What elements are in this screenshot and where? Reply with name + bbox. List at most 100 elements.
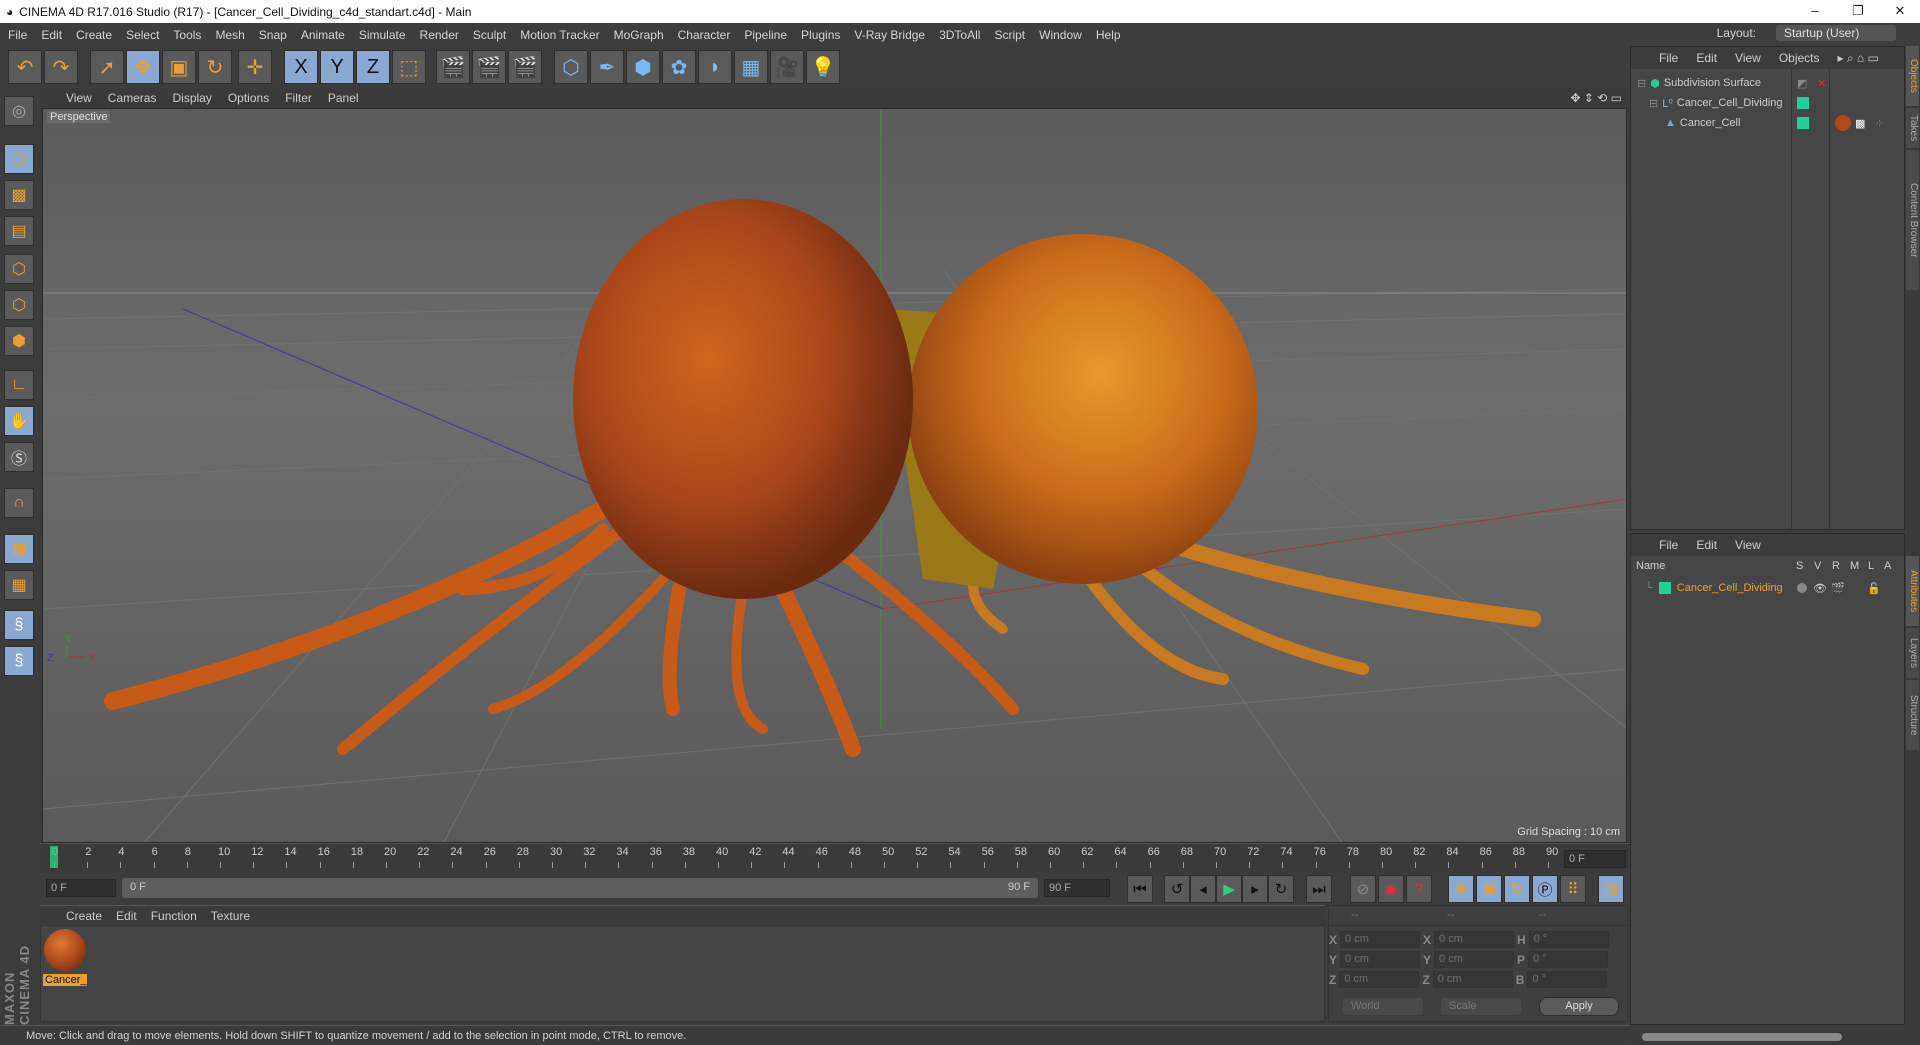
range-end-field[interactable]: 90 F [1044, 879, 1110, 897]
viewport-menu-panel[interactable]: Panel [328, 91, 359, 105]
menu-3dtoall[interactable]: 3DToAll [939, 28, 980, 42]
column-name[interactable]: Name [1636, 560, 1665, 572]
column-manager[interactable]: M [1850, 560, 1859, 572]
floor-icon[interactable]: ▦ [734, 50, 768, 84]
texture-mode-icon[interactable]: ▩ [4, 180, 34, 210]
range-slider[interactable]: 0 F 90 F [122, 878, 1038, 898]
column-render[interactable]: R [1832, 560, 1840, 572]
previous-key-icon[interactable]: ↺ [1164, 875, 1190, 903]
scrollbar-thumb[interactable] [1642, 1033, 1842, 1041]
undo-icon[interactable]: ↶ [8, 50, 42, 84]
camera-icon[interactable]: 🎥 [770, 50, 804, 84]
position-x-field[interactable]: 0 cm [1340, 931, 1421, 948]
visible-eye-icon[interactable]: 👁 [1813, 582, 1827, 595]
rotation-h-field[interactable]: 0 ° [1528, 931, 1609, 948]
menu-window[interactable]: Window [1039, 28, 1082, 42]
menu-mograph[interactable]: MoGraph [614, 28, 664, 42]
layer-color-icon[interactable] [1658, 582, 1671, 594]
world-coords-icon[interactable]: ⬚ [392, 50, 426, 84]
objects-menu-file[interactable]: File [1659, 51, 1678, 65]
select-icon[interactable]: ➚ [90, 50, 124, 84]
apply-button[interactable]: Apply [1539, 997, 1619, 1016]
next-frame-icon[interactable]: ▸ [1242, 875, 1268, 903]
coord-type-dropdown[interactable]: Scale [1441, 998, 1521, 1015]
horizontal-scrollbar[interactable] [1630, 1030, 1905, 1044]
object-row-subdivision-surface[interactable]: ⊟ ⬢ Subdivision Surface ◩ ✕ [1631, 73, 1904, 93]
render-view-icon[interactable]: 🎬 [436, 50, 470, 84]
solo-toggle[interactable] [1797, 583, 1807, 593]
tab-takes[interactable]: Takes [1906, 108, 1919, 148]
workplane-mode-icon[interactable]: ▤ [4, 216, 34, 246]
menu-file[interactable]: File [8, 28, 27, 42]
key-rotation-icon[interactable]: ↻ [1504, 875, 1530, 903]
phong-tag-icon[interactable]: ⁘ [1875, 117, 1884, 130]
position-z-field[interactable]: 0 cm [1339, 971, 1420, 988]
close-button[interactable]: ✕ [1880, 0, 1920, 22]
menu-snap[interactable]: Snap [259, 28, 287, 42]
rotate-icon[interactable]: ↻ [198, 50, 232, 84]
lock-icon[interactable]: 🔓 [1867, 582, 1881, 595]
layer-row[interactable]: └ Cancer_Cell_Dividing 👁 🎬 🔓 [1631, 578, 1904, 598]
menu-vray-bridge[interactable]: V-Ray Bridge [854, 28, 925, 42]
locked-workplane-icon[interactable]: ▦ [4, 570, 34, 600]
rotation-p-field[interactable]: 0 ° [1528, 951, 1609, 968]
column-locked[interactable]: L [1868, 560, 1874, 572]
play-icon[interactable]: ▶ [1216, 875, 1242, 903]
snap-icon[interactable]: Ⓢ [4, 442, 34, 472]
axis-mode-icon[interactable]: ∟ [4, 370, 34, 400]
object-mode-icon[interactable]: ⬡ [4, 144, 34, 174]
layer-color-icon[interactable] [1797, 97, 1809, 109]
tab-attributes[interactable]: Attributes [1906, 556, 1919, 626]
menu-tools[interactable]: Tools [173, 28, 201, 42]
position-y-field[interactable]: 0 cm [1340, 951, 1421, 968]
key-pla-icon[interactable]: ⠿ [1560, 875, 1586, 903]
render-clapper-icon[interactable]: 🎬 [1831, 582, 1845, 595]
layers-menu-view[interactable]: View [1735, 538, 1761, 552]
deformer-icon[interactable]: ◗ [698, 50, 732, 84]
tab-structure[interactable]: Structure [1906, 680, 1919, 750]
visibility-icon[interactable]: ◩ [1797, 77, 1807, 90]
object-row-cancer-cell-dividing[interactable]: ⊟ L⁰ Cancer_Cell_Dividing [1631, 93, 1904, 113]
subdivision-icon[interactable]: ⬢ [626, 50, 660, 84]
material-menu-create[interactable]: Create [66, 909, 102, 923]
pen-icon[interactable]: ✒ [590, 50, 624, 84]
tree-collapse-icon[interactable]: ⊟ [1649, 97, 1658, 110]
previous-frame-icon[interactable]: ◂ [1190, 875, 1216, 903]
go-to-start-icon[interactable]: ⏮ [1127, 875, 1153, 903]
objects-toolbar-icons[interactable]: ▸ ⌕ ⌂ ▭ [1838, 51, 1879, 66]
keyframe-selection-icon[interactable]: ? [1406, 875, 1432, 903]
layer-color-icon[interactable] [1797, 117, 1809, 129]
viewport-menu-options[interactable]: Options [228, 91, 269, 105]
objects-menu-view[interactable]: View [1735, 51, 1761, 65]
key-parameter-icon[interactable]: Ⓟ [1532, 875, 1558, 903]
restore-button[interactable]: ❐ [1838, 0, 1878, 22]
polygons-mode-icon[interactable]: ⬢ [4, 326, 34, 356]
tab-content-browser[interactable]: Content Browser [1906, 150, 1919, 290]
size-z-field[interactable]: 0 cm [1432, 971, 1513, 988]
go-to-end-icon[interactable]: ⏭ [1306, 875, 1332, 903]
column-animation[interactable]: A [1884, 560, 1891, 572]
object-row-cancer-cell[interactable]: ▲ Cancer_Cell ▩ ⁘ [1631, 113, 1904, 133]
z-axis-icon[interactable]: Z [356, 50, 390, 84]
viewport-menu-view[interactable]: View [66, 91, 92, 105]
menu-render[interactable]: Render [420, 28, 459, 42]
redo-icon[interactable]: ↷ [44, 50, 78, 84]
viewport-menu-display[interactable]: Display [172, 91, 211, 105]
transform-icon[interactable]: ✛ [238, 50, 272, 84]
size-x-field[interactable]: 0 cm [1434, 931, 1515, 948]
disabled-icon[interactable]: ✕ [1817, 77, 1826, 90]
tab-objects[interactable]: Objects [1906, 46, 1919, 106]
material-menu-function[interactable]: Function [151, 909, 197, 923]
record-active-icon[interactable]: ⊘ [1350, 875, 1376, 903]
layers-menu-file[interactable]: File [1659, 538, 1678, 552]
menu-pipeline[interactable]: Pipeline [744, 28, 787, 42]
python-icon-2[interactable]: § [4, 646, 34, 676]
material-cancer[interactable]: Cancer_ [43, 929, 87, 989]
autokey-icon[interactable]: ◉ [1378, 875, 1404, 903]
key-position-icon[interactable]: ✥ [1448, 875, 1474, 903]
menu-sculpt[interactable]: Sculpt [473, 28, 506, 42]
timeline-window-icon[interactable]: ▥ [1598, 875, 1624, 903]
python-icon[interactable]: § [4, 610, 34, 640]
menu-help[interactable]: Help [1096, 28, 1121, 42]
viewport-menu-cameras[interactable]: Cameras [108, 91, 157, 105]
